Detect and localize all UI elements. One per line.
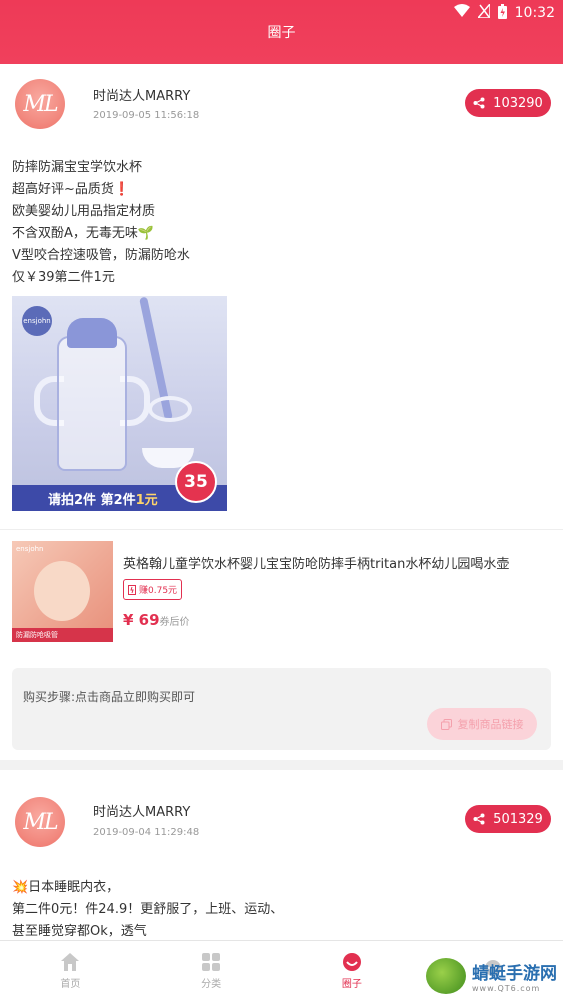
promo-highlight: 1元	[135, 492, 158, 508]
share-icon	[473, 813, 485, 825]
coupon-icon	[128, 584, 136, 595]
purchase-steps: 购买步骤:点击商品立即购买即可 复制商品链接	[12, 668, 551, 750]
tab-home[interactable]: 首页	[0, 941, 141, 1000]
grid-icon	[202, 952, 221, 971]
share-count: 501329	[493, 811, 543, 827]
share-button[interactable]: 103290	[465, 89, 551, 117]
tab-label: 圈子	[341, 978, 362, 990]
copy-link-button[interactable]: 复制商品链接	[427, 708, 537, 740]
steps-text: 购买步骤:点击商品立即购买即可	[23, 690, 196, 704]
avatar[interactable]: ML	[15, 79, 65, 129]
thumb-brand: ensjohn	[16, 545, 44, 553]
price-value: ¥ 69	[123, 611, 160, 629]
goods-card[interactable]: ensjohn 防漏防呛吸管 英格翰儿童学饮水杯婴儿宝宝防呛防摔手柄tritan…	[12, 529, 551, 667]
avatar-text: ML	[23, 91, 58, 117]
earn-text: 赚0.75元	[139, 586, 178, 596]
username: 时尚达人MARRY	[93, 89, 191, 104]
tab-label: 首页	[60, 978, 81, 990]
strap-ring	[148, 396, 192, 422]
watermark-name: 蜻蜓手游网	[472, 964, 557, 984]
goods-price: ¥ 69券后价	[123, 611, 190, 629]
home-icon	[61, 952, 80, 971]
goods-title: 英格翰儿童学饮水杯婴儿宝宝防呛防摔手柄tritan水杯幼儿园喝水壶	[123, 557, 510, 572]
thumb-subject	[34, 561, 90, 621]
thumb-tag: 防漏防呛吸管	[12, 628, 113, 642]
circle-icon	[342, 952, 361, 971]
page-title: 圈子	[267, 25, 296, 41]
app-header: 10:32 圈子	[0, 0, 563, 64]
no-signal-icon	[476, 1, 491, 22]
watermark-url: www.QT6.com	[472, 984, 541, 993]
copy-link-label: 复制商品链接	[457, 718, 524, 731]
post-card: ML 时尚达人MARRY 2019-09-05 11:56:18 103290 …	[0, 64, 563, 760]
goods-thumbnail: ensjohn 防漏防呛吸管	[12, 541, 113, 642]
battery-icon	[497, 3, 507, 23]
bottle-cap	[67, 318, 117, 348]
post-time: 2019-09-05 11:56:18	[93, 110, 200, 121]
wifi-icon	[453, 4, 470, 22]
share-icon	[473, 97, 485, 109]
price-badge: 35	[175, 461, 217, 503]
site-watermark: 蜻蜓手游网 www.QT6.com	[426, 958, 557, 994]
promo-text: 请拍2件 第2件	[48, 492, 136, 508]
brand-logo: ensjohn	[22, 306, 52, 336]
status-time: 10:32	[514, 5, 555, 21]
share-count: 103290	[493, 95, 543, 111]
copy-icon	[440, 718, 452, 730]
share-button[interactable]: 501329	[465, 805, 551, 833]
earn-badge: 赚0.75元	[123, 579, 183, 600]
post-description: 💥日本睡眠内衣， 第二件0元！件24.9！更舒服了，上班、运动、 甚至睡觉穿都O…	[12, 880, 284, 939]
bottle	[57, 336, 127, 471]
circle-feed[interactable]: ML 时尚达人MARRY 2019-09-05 11:56:18 103290 …	[0, 64, 563, 940]
post-time: 2019-09-04 11:29:48	[93, 827, 200, 838]
price-suffix: 券后价	[159, 617, 190, 628]
username: 时尚达人MARRY	[93, 805, 191, 820]
tab-category[interactable]: 分类	[141, 941, 282, 1000]
avatar-text: ML	[23, 809, 58, 835]
status-bar: 10:32	[453, 1, 555, 23]
dragonfly-logo-icon	[426, 958, 466, 994]
post-card: ML 时尚达人MARRY 2019-09-04 11:29:48 501329 …	[0, 770, 563, 940]
tab-circle[interactable]: 圈子	[282, 941, 423, 1000]
tab-label: 分类	[201, 978, 222, 990]
avatar[interactable]: ML	[15, 797, 65, 847]
post-description: 防摔防漏宝宝学饮水杯 超高好评~品质货❗ 欧美婴幼儿用品指定材质 不含双酚A，无…	[12, 160, 190, 285]
product-image[interactable]: ensjohn 请拍2件 第2件 1元 35	[12, 296, 227, 511]
